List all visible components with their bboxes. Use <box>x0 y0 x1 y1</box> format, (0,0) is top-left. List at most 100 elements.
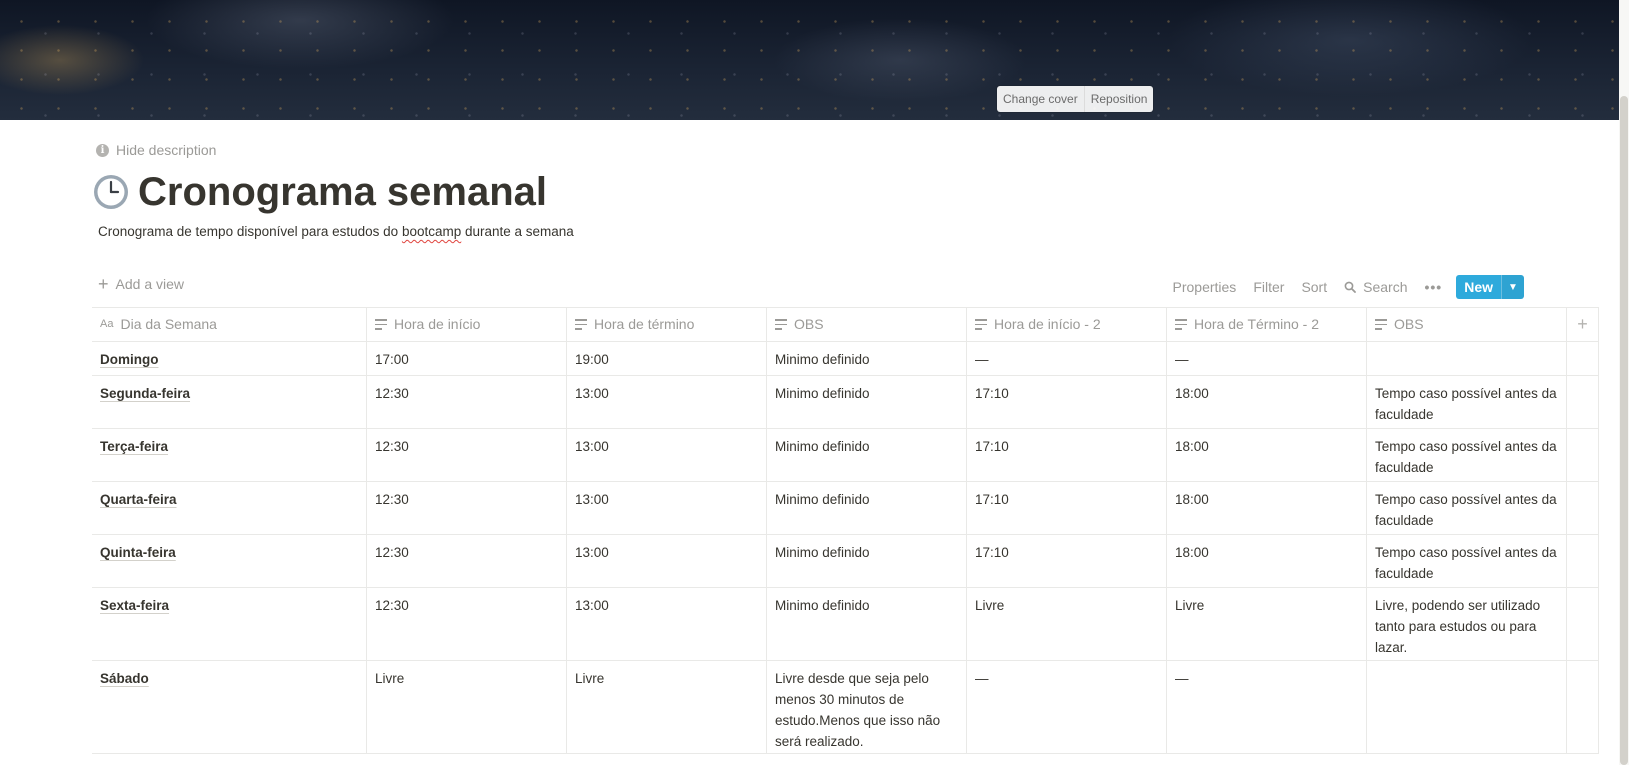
scrollbar-track[interactable] <box>1619 0 1629 765</box>
column-header-label: Hora de término <box>594 316 695 332</box>
properties-button[interactable]: Properties <box>1173 279 1237 295</box>
database-toolbar: + Add a view Properties Filter Sort Sear… <box>92 275 1524 299</box>
table-cell[interactable]: 13:00 <box>567 482 767 534</box>
hide-description-button[interactable]: i Hide description <box>96 142 216 158</box>
row-title[interactable]: Domingo <box>100 352 159 367</box>
toolbar-actions: Properties Filter Sort Search ••• New ▼ <box>1156 275 1524 299</box>
table-cell[interactable]: 18:00 <box>1167 535 1367 587</box>
row-title[interactable]: Quarta-feira <box>100 492 177 507</box>
table-cell[interactable]: Segunda-feira <box>92 376 367 428</box>
table-cell[interactable]: 12:30 <box>367 376 567 428</box>
column-header[interactable]: OBS <box>767 308 967 341</box>
column-header[interactable]: Hora de término <box>567 308 767 341</box>
table-cell[interactable]: 12:30 <box>367 535 567 587</box>
table-cell[interactable]: Minimo definido <box>767 588 967 660</box>
text-property-icon <box>575 319 587 330</box>
table-cell[interactable]: 12:30 <box>367 588 567 660</box>
table-cell[interactable]: — <box>967 342 1167 375</box>
table-cell[interactable]: 17:00 <box>367 342 567 375</box>
page-title[interactable]: Cronograma semanal <box>138 168 547 216</box>
table-cell[interactable]: 17:10 <box>967 535 1167 587</box>
table-cell[interactable]: 12:30 <box>367 482 567 534</box>
column-header[interactable]: Hora de Término - 2 <box>1167 308 1367 341</box>
page-cover: Change cover Reposition <box>0 0 1629 120</box>
table-cell[interactable]: Tempo caso possível antes da faculdade <box>1367 535 1567 587</box>
table-cell[interactable]: Quinta-feira <box>92 535 367 587</box>
table-cell[interactable]: 12:30 <box>367 429 567 481</box>
table-cell[interactable]: Livre <box>967 588 1167 660</box>
row-title[interactable]: Quinta-feira <box>100 545 176 560</box>
column-header-label: OBS <box>1394 316 1424 332</box>
table-cell-spacer <box>1567 429 1599 481</box>
table-cell[interactable]: Livre <box>567 661 767 753</box>
table-cell[interactable]: 18:00 <box>1167 482 1367 534</box>
chevron-down-icon[interactable]: ▼ <box>1501 275 1524 299</box>
new-button[interactable]: New <box>1456 275 1501 299</box>
add-view-button[interactable]: + Add a view <box>98 275 184 293</box>
table-cell[interactable]: 17:10 <box>967 482 1167 534</box>
column-header[interactable]: Aa Dia da Semana <box>92 308 367 341</box>
table-cell[interactable] <box>1367 342 1567 375</box>
column-header[interactable]: Hora de início <box>367 308 567 341</box>
table-cell[interactable]: Terça-feira <box>92 429 367 481</box>
table-cell[interactable]: Sexta-feira <box>92 588 367 660</box>
row-title[interactable]: Sexta-feira <box>100 598 169 613</box>
table-cell[interactable]: 17:10 <box>967 376 1167 428</box>
table-cell[interactable]: — <box>1167 661 1367 753</box>
more-options-icon[interactable]: ••• <box>1424 279 1442 295</box>
table-cell[interactable]: Sábado <box>92 661 367 753</box>
clock-icon[interactable] <box>92 173 130 211</box>
row-title[interactable]: Segunda-feira <box>100 386 190 401</box>
sort-button[interactable]: Sort <box>1301 279 1327 295</box>
search-icon <box>1344 281 1357 293</box>
new-button-group: New ▼ <box>1456 275 1524 299</box>
page-description[interactable]: Cronograma de tempo disponível para estu… <box>98 224 574 239</box>
reposition-button[interactable]: Reposition <box>1083 86 1154 112</box>
table-cell[interactable]: Minimo definido <box>767 342 967 375</box>
table-cell[interactable]: 13:00 <box>567 535 767 587</box>
column-header-label: Hora de Término - 2 <box>1194 316 1320 332</box>
table-cell[interactable]: Quarta-feira <box>92 482 367 534</box>
table-cell[interactable]: Minimo definido <box>767 535 967 587</box>
table-cell[interactable]: Minimo definido <box>767 376 967 428</box>
table-cell[interactable]: — <box>967 661 1167 753</box>
table-cell[interactable]: Domingo <box>92 342 367 375</box>
search-label: Search <box>1363 279 1408 295</box>
table-cell[interactable]: Livre <box>1167 588 1367 660</box>
table-cell[interactable]: Tempo caso possível antes da faculdade <box>1367 482 1567 534</box>
page-header: Cronograma semanal <box>92 168 547 216</box>
table-cell[interactable]: Tempo caso possível antes da faculdade <box>1367 376 1567 428</box>
change-cover-button[interactable]: Change cover <box>997 86 1084 112</box>
text-property-icon <box>375 319 387 330</box>
row-title[interactable]: Terça-feira <box>100 439 168 454</box>
table-cell[interactable]: 13:00 <box>567 429 767 481</box>
column-header[interactable]: Hora de início - 2 <box>967 308 1167 341</box>
table-cell[interactable]: Livre <box>367 661 567 753</box>
scrollbar-thumb[interactable] <box>1620 96 1628 765</box>
add-property-icon[interactable]: + <box>1567 308 1599 341</box>
table-cell[interactable]: Tempo caso possível antes da faculdade <box>1367 429 1567 481</box>
table-cell[interactable]: 19:00 <box>567 342 767 375</box>
filter-button[interactable]: Filter <box>1253 279 1284 295</box>
table-cell[interactable]: Livre, podendo ser utilizado tanto para … <box>1367 588 1567 660</box>
table-cell[interactable]: 18:00 <box>1167 429 1367 481</box>
table-cell[interactable]: 17:10 <box>967 429 1167 481</box>
table-cell[interactable]: 13:00 <box>567 376 767 428</box>
table-cell[interactable]: Minimo definido <box>767 482 967 534</box>
table-row: Segunda-feira 12:30 13:00 Minimo definid… <box>92 376 1599 429</box>
table-cell[interactable]: Minimo definido <box>767 429 967 481</box>
table-row: Terça-feira 12:30 13:00 Minimo definido … <box>92 429 1599 482</box>
table-row: Quinta-feira 12:30 13:00 Minimo definido… <box>92 535 1599 588</box>
column-header[interactable]: OBS <box>1367 308 1567 341</box>
table-cell[interactable]: 18:00 <box>1167 376 1367 428</box>
table-cell-spacer <box>1567 661 1599 753</box>
table-cell[interactable]: — <box>1167 342 1367 375</box>
table-cell[interactable]: Livre desde que seja pelo menos 30 minut… <box>767 661 967 753</box>
table-row: Sexta-feira 12:30 13:00 Minimo definido … <box>92 588 1599 661</box>
table-cell[interactable] <box>1367 661 1567 753</box>
add-view-label: Add a view <box>115 276 184 292</box>
row-title[interactable]: Sábado <box>100 671 149 686</box>
table-cell[interactable]: 13:00 <box>567 588 767 660</box>
search-button[interactable]: Search <box>1344 279 1407 295</box>
title-property-icon: Aa <box>100 318 114 330</box>
